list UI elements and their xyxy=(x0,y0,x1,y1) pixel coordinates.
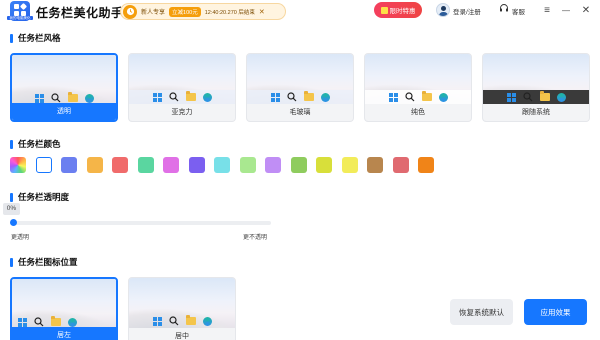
search-icon xyxy=(522,92,532,102)
promo-text: 新人专享 xyxy=(141,10,166,16)
color-swatch-white[interactable] xyxy=(35,157,52,173)
style-card[interactable]: 纯色 xyxy=(364,53,472,122)
close-icon[interactable]: ✕ xyxy=(578,2,594,18)
color-swatch-rose[interactable] xyxy=(392,157,409,173)
taskbar-preview xyxy=(129,314,235,328)
transparency-section-title: 任务栏透明度 xyxy=(10,191,69,203)
edge-browser-icon xyxy=(556,92,566,102)
folder-icon xyxy=(185,315,196,325)
search-icon xyxy=(168,92,178,102)
headset-icon[interactable] xyxy=(499,3,509,13)
slider-min-label: 更透明 xyxy=(11,235,30,241)
service-link[interactable]: 客服 xyxy=(512,6,525,16)
taskbar-preview xyxy=(365,90,471,104)
position-card[interactable]: 居左 xyxy=(10,277,118,340)
style-card[interactable]: 毛玻璃 xyxy=(246,53,354,122)
slider-max-label: 更不透明 xyxy=(243,235,268,241)
color-swatch-red[interactable] xyxy=(112,157,128,173)
promo-close-icon[interactable]: ✕ xyxy=(259,8,265,16)
windows-start-icon xyxy=(152,316,162,326)
position-card[interactable]: 居中 xyxy=(128,277,236,340)
edge-browser-icon xyxy=(68,317,77,327)
position-card-label: 居左 xyxy=(12,327,116,340)
folder-icon xyxy=(421,91,432,101)
color-swatch-deep-orange[interactable] xyxy=(418,157,434,173)
folder-icon xyxy=(51,316,61,326)
color-swatch-brown[interactable] xyxy=(367,157,383,173)
transparency-slider-track[interactable] xyxy=(12,221,271,225)
transparency-slider-handle[interactable] xyxy=(10,219,17,226)
app-logo-caption: 我的电脑美化 xyxy=(7,16,33,20)
transparency-value-tooltip: 0% xyxy=(3,203,20,215)
title-bar: 我的电脑美化 任务栏美化助手 新人专享 立减100元 12:40:20.270 … xyxy=(0,0,600,22)
color-swatch-orange[interactable] xyxy=(86,157,103,173)
edge-browser-icon xyxy=(438,92,448,102)
login-link[interactable]: 登录/注册 xyxy=(453,6,481,16)
search-icon xyxy=(286,92,296,102)
promo-badge: 立减100元 xyxy=(169,6,201,17)
windows-start-icon xyxy=(388,92,398,102)
reset-default-button[interactable]: 恢复系统默认 xyxy=(450,299,513,325)
taskbar-preview xyxy=(483,90,589,104)
color-swatch-lavender[interactable] xyxy=(265,157,281,173)
edge-browser-icon xyxy=(320,92,330,102)
gift-icon xyxy=(380,6,388,14)
style-card[interactable]: 透明 xyxy=(10,53,118,122)
color-swatch-grass[interactable] xyxy=(290,157,307,173)
app-title: 任务栏美化助手 xyxy=(36,6,124,20)
style-card-label: 毛玻璃 xyxy=(247,104,353,121)
promo-banner[interactable]: 新人专享 立减100元 12:40:20.270 后结束 ✕ xyxy=(120,3,286,20)
style-card[interactable]: 跟随系统 xyxy=(482,53,590,122)
avatar[interactable] xyxy=(436,3,450,17)
edge-browser-icon xyxy=(202,92,212,102)
color-swatch-cyan[interactable] xyxy=(214,157,230,173)
windows-start-icon xyxy=(18,317,27,327)
minimize-icon[interactable]: — xyxy=(558,2,574,18)
style-card-label: 纯色 xyxy=(365,104,471,121)
folder-icon xyxy=(67,92,78,102)
search-icon xyxy=(168,316,178,326)
edge-browser-icon xyxy=(202,316,212,326)
folder-icon xyxy=(185,91,196,101)
color-swatch-purple[interactable] xyxy=(188,157,205,173)
folder-icon xyxy=(539,91,550,101)
style-card-label: 透明 xyxy=(12,103,116,120)
windows-start-icon xyxy=(152,92,162,102)
style-card-label: 亚克力 xyxy=(129,104,235,121)
color-swatch-light-green[interactable] xyxy=(239,157,256,173)
color-swatch-green[interactable] xyxy=(137,157,154,173)
promo-timer: 12:40:20.270 后结束 xyxy=(204,9,255,16)
color-swatch-gradient[interactable] xyxy=(10,157,26,173)
limited-offer-label: 限时特惠 xyxy=(389,8,416,15)
color-swatch-magenta[interactable] xyxy=(163,157,179,173)
position-card-label: 居中 xyxy=(129,328,235,340)
windows-start-icon xyxy=(270,92,280,102)
style-card-label: 跟随系统 xyxy=(483,104,589,121)
style-card[interactable]: 亚克力 xyxy=(128,53,236,122)
edge-browser-icon xyxy=(84,93,94,103)
color-swatch-yellow[interactable] xyxy=(341,157,358,173)
apply-effect-button[interactable]: 应用效果 xyxy=(524,299,587,325)
taskbar-preview xyxy=(129,90,235,104)
taskbar-preview xyxy=(247,90,353,104)
menu-icon[interactable]: ≡ xyxy=(539,2,555,18)
color-section-title: 任务栏颜色 xyxy=(10,138,61,150)
limited-offer-button[interactable]: 限时特惠 xyxy=(374,2,422,18)
search-icon xyxy=(34,317,44,327)
clock-icon xyxy=(123,4,137,19)
search-icon xyxy=(404,92,414,102)
style-section-title: 任务栏风格 xyxy=(10,32,61,44)
folder-icon xyxy=(303,91,314,101)
color-swatch-blue[interactable] xyxy=(61,157,77,173)
search-icon xyxy=(50,93,60,103)
color-swatch-yellow-green[interactable] xyxy=(316,157,332,173)
windows-start-icon xyxy=(506,92,516,102)
position-section-title: 任务栏图标位置 xyxy=(10,256,78,268)
windows-start-icon xyxy=(34,93,44,103)
